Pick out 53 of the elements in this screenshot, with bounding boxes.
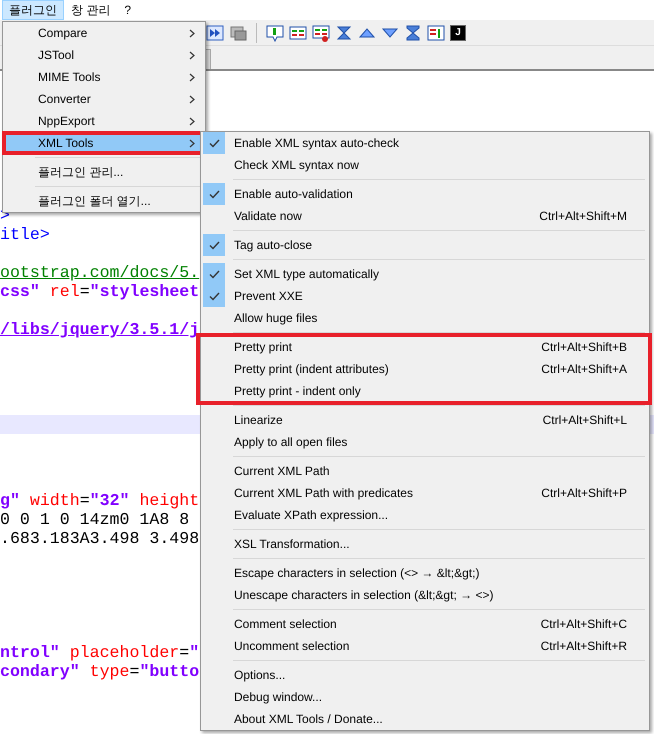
menu-item[interactable]: Escape characters in selection (<> → &lt;&gt;) [201,562,649,584]
menu-item[interactable]: Pretty print (indent attributes) Ctrl+Alt+Shift+A [201,358,649,380]
console-button[interactable]: J [450,24,466,40]
expand-icon[interactable] [404,24,422,42]
check-icon [208,292,220,300]
window-icon[interactable] [229,24,247,42]
check-icon [208,138,220,148]
code-line: /libs/jquery/3.5.1/j [0,320,200,339]
list-icon[interactable] [289,24,307,42]
menu-item[interactable]: ? [117,0,138,20]
code-line: css" rel="stylesheet [0,282,200,301]
panel-icon[interactable] [427,24,445,42]
menu-item[interactable]: Current XML Path with predicates Ctrl+Alt+Shift+P [201,482,649,504]
check-icon [208,190,220,198]
menu-item[interactable]: Uncomment selection Ctrl+Alt+Shift+R [201,635,649,657]
menu-item[interactable]: Allow huge files [201,307,649,329]
check-icon [208,240,220,250]
menu-item[interactable]: Debug window... [201,686,649,708]
code-line: .683.183A3.498 3.498 [0,529,200,548]
menu-item[interactable]: NppExport [3,110,205,132]
menu-item[interactable]: Enable auto-validation [201,183,649,205]
menu-item[interactable]: Compare [3,22,205,44]
menu-item[interactable]: Evaluate XPath expression... [201,504,649,526]
code-line: g" width="32" height [0,491,200,510]
menu-item[interactable]: 플러그인 [2,0,64,20]
menu-item[interactable]: Linearize Ctrl+Alt+Shift+L [201,409,649,431]
menu-item[interactable]: Unescape characters in selection (&lt;&gt; → <>) [201,584,649,606]
collapse-icon[interactable] [335,24,353,42]
menu-item[interactable]: Apply to all open files [201,431,649,453]
menu-item[interactable]: Converter [3,88,205,110]
code-line: condary" type="butto [0,662,200,681]
menu-item[interactable]: Prevent XXE [201,285,649,307]
code-line: 0 0 1 0 14zm0 1A8 8 [0,510,190,529]
menu-item[interactable]: Current XML Path [201,460,649,482]
menu-item[interactable]: MIME Tools [3,66,205,88]
fast-forward-icon[interactable] [206,24,224,42]
menu-item[interactable]: Set XML type automatically [201,263,649,285]
menu-item[interactable]: Validate now Ctrl+Alt+Shift+M [201,205,649,227]
code-line: ntrol" placeholder=" [0,643,200,662]
comment-icon[interactable] [266,24,284,42]
code-line: itle> [0,225,50,244]
code-line: ootstrap.com/docs/5. [0,263,200,282]
list-remove-icon[interactable] [312,24,330,42]
menu-item[interactable]: XSL Transformation... [201,533,649,555]
menu-item[interactable]: Options... [201,664,649,686]
menu-item[interactable]: Pretty print - indent only [201,380,649,402]
menu-item[interactable]: Comment selection Ctrl+Alt+Shift+C [201,613,649,635]
check-icon [208,270,220,278]
menu-item[interactable]: About XML Tools / Donate... [201,708,649,730]
menu-item[interactable]: 창 관리 [64,0,118,20]
menu-item[interactable]: Tag auto-close [201,234,649,256]
menu-item[interactable]: Pretty print Ctrl+Alt+Shift+B [201,336,649,358]
menu-item[interactable]: Check XML syntax now [201,154,649,176]
